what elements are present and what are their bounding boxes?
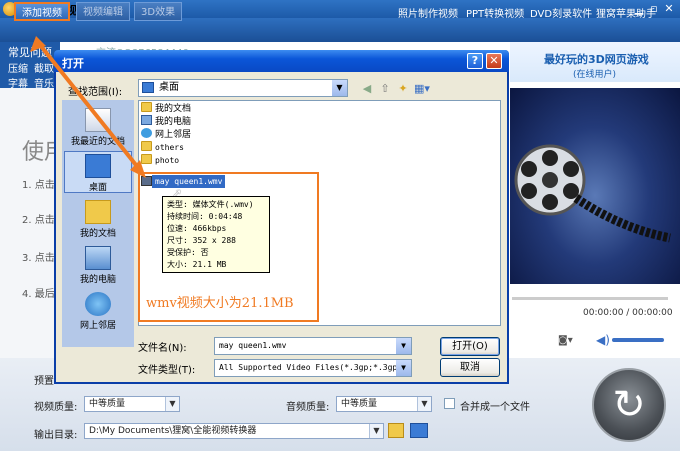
place-recent[interactable]: 我最近的文档 bbox=[62, 108, 134, 147]
chevron-down-icon[interactable]: ▼ bbox=[396, 338, 411, 354]
up-folder-icon[interactable]: ⇧ bbox=[378, 82, 392, 96]
volume-icon[interactable]: ◀) bbox=[596, 333, 610, 347]
3d-effect-tab[interactable]: 3D效果 bbox=[134, 2, 183, 21]
chevron-down-icon: ▼ bbox=[165, 397, 179, 411]
step-3: 3. 点击 bbox=[22, 253, 55, 264]
film-reel-icon bbox=[514, 144, 671, 243]
desktop-icon bbox=[85, 154, 111, 178]
place-computer-label: 我的电脑 bbox=[79, 275, 116, 285]
volume-slider[interactable] bbox=[612, 338, 664, 342]
place-network-label: 网上邻居 bbox=[79, 321, 116, 331]
my-documents-icon bbox=[85, 200, 111, 224]
step-1: 1. 点击 bbox=[22, 180, 55, 191]
audio-quality-select[interactable]: 中等质量 ▼ bbox=[336, 396, 432, 412]
step-4: 4. 最后 bbox=[22, 289, 55, 300]
file-name: others bbox=[155, 143, 184, 152]
place-desktop[interactable]: 桌面 bbox=[62, 154, 134, 193]
lookin-value: 桌面 bbox=[159, 82, 179, 93]
close-icon[interactable]: ✕ bbox=[662, 2, 676, 15]
place-computer[interactable]: 我的电脑 bbox=[62, 246, 134, 285]
place-recent-label: 我最近的文档 bbox=[70, 137, 125, 147]
compress-link[interactable]: 压缩 bbox=[8, 60, 28, 75]
file-name: 我的文档 bbox=[155, 104, 192, 114]
place-network[interactable]: 网上邻居 bbox=[62, 292, 134, 331]
recent-docs-icon bbox=[85, 108, 111, 132]
ppt-video-link[interactable]: PPT转换视频 bbox=[466, 5, 524, 20]
chevron-down-icon: ▼ bbox=[332, 80, 347, 96]
back-icon[interactable]: ◀ bbox=[360, 82, 374, 96]
cut-link[interactable]: 截取 bbox=[34, 60, 54, 75]
file-name: 网上邻居 bbox=[155, 130, 192, 140]
ad-subtitle: (在线用户) bbox=[573, 70, 617, 80]
list-item[interactable]: photo bbox=[141, 154, 341, 167]
filename-value: may queen1.wmv bbox=[219, 341, 287, 350]
place-desktop-label: 桌面 bbox=[88, 183, 107, 193]
filetype-value: All Supported Video Files(*.3gp;*.3gp bbox=[219, 363, 398, 372]
computer-icon bbox=[141, 115, 152, 125]
ad-title[interactable]: 最好玩的3D网页游戏 bbox=[544, 51, 649, 67]
desktop-icon bbox=[142, 82, 154, 93]
dialog-titlebar bbox=[54, 50, 509, 72]
chevron-down-icon: ▼ bbox=[417, 397, 431, 411]
folder-icon bbox=[141, 102, 152, 112]
place-documents[interactable]: 我的文档 bbox=[62, 200, 134, 239]
video-preview bbox=[510, 88, 680, 284]
merge-checkbox[interactable] bbox=[444, 398, 455, 409]
new-folder-icon[interactable]: ✦ bbox=[396, 82, 410, 96]
dialog-title: 打开 bbox=[62, 57, 84, 70]
list-item[interactable]: 我的文档 bbox=[141, 102, 341, 115]
dialog-close-button[interactable]: ✕ bbox=[486, 53, 502, 69]
annotation-text: wmv视频大小为21.1MB bbox=[146, 296, 294, 311]
audio-quality-value: 中等质量 bbox=[341, 399, 378, 409]
open-button[interactable]: 打开(O) bbox=[440, 337, 500, 356]
filename-label: 文件名(N): bbox=[138, 343, 187, 354]
file-name: photo bbox=[155, 156, 180, 165]
output-dir-label: 输出目录: bbox=[34, 430, 78, 441]
chevron-down-icon[interactable]: ▼ bbox=[396, 360, 411, 376]
folder-icon bbox=[141, 141, 152, 151]
chevron-down-icon: ▼ bbox=[369, 424, 383, 438]
filetype-label: 文件类型(T): bbox=[138, 365, 196, 376]
place-documents-label: 我的文档 bbox=[79, 229, 116, 239]
convert-button[interactable]: ↻ bbox=[592, 368, 666, 442]
list-item[interactable]: others bbox=[141, 141, 341, 154]
dvd-burn-link[interactable]: DVD刻录软件 bbox=[530, 5, 592, 20]
video-quality-label: 视频质量: bbox=[34, 402, 78, 413]
time-display: 00:00:00 / 00:00:00 bbox=[583, 308, 673, 318]
network-icon bbox=[141, 128, 152, 138]
lookin-select[interactable]: 桌面 ▼ bbox=[138, 79, 348, 97]
preset-label: 预置 bbox=[34, 376, 54, 387]
output-dir-select[interactable]: D:\My Documents\狸窝\全能视频转换器 ▼ bbox=[84, 423, 384, 439]
list-item[interactable]: 网上邻居 bbox=[141, 128, 341, 141]
my-computer-icon bbox=[85, 246, 111, 270]
open-folder-icon[interactable] bbox=[410, 423, 428, 438]
camera-icon[interactable]: ◙▾ bbox=[558, 335, 573, 346]
step-2: 2. 点击 bbox=[22, 215, 55, 226]
view-menu-icon[interactable]: ▦▾ bbox=[414, 82, 430, 96]
filename-input[interactable]: may queen1.wmv ▼ bbox=[214, 337, 412, 355]
video-quality-value: 中等质量 bbox=[89, 399, 126, 409]
video-edit-tab[interactable]: 视频编辑 bbox=[76, 2, 130, 21]
file-list-items: 我的文档 我的电脑 网上邻居 others photo bbox=[141, 102, 341, 167]
filetype-select[interactable]: All Supported Video Files(*.3gp;*.3gp ▼ bbox=[214, 359, 412, 377]
browse-folder-icon[interactable] bbox=[388, 423, 404, 438]
network-icon bbox=[85, 292, 111, 316]
lookin-label: 查找范围(I): bbox=[68, 87, 123, 98]
apple-helper-link[interactable]: 狸窝苹果助手 bbox=[596, 5, 656, 20]
add-video-button[interactable]: 添加视频 bbox=[14, 2, 70, 21]
help-button[interactable]: ? bbox=[467, 53, 483, 69]
seek-bar[interactable] bbox=[512, 297, 668, 300]
faq-link[interactable]: 常见问题 bbox=[8, 44, 52, 60]
merge-label: 合并成一个文件 bbox=[460, 402, 530, 413]
photo-video-link[interactable]: 照片制作视频 bbox=[398, 5, 458, 20]
video-quality-select[interactable]: 中等质量 ▼ bbox=[84, 396, 180, 412]
list-item[interactable]: 我的电脑 bbox=[141, 115, 341, 128]
audio-quality-label: 音频质量: bbox=[286, 402, 330, 413]
cancel-button[interactable]: 取消 bbox=[440, 358, 500, 377]
file-name: 我的电脑 bbox=[155, 117, 192, 127]
output-dir-value: D:\My Documents\狸窝\全能视频转换器 bbox=[89, 426, 257, 436]
folder-icon bbox=[141, 154, 152, 164]
